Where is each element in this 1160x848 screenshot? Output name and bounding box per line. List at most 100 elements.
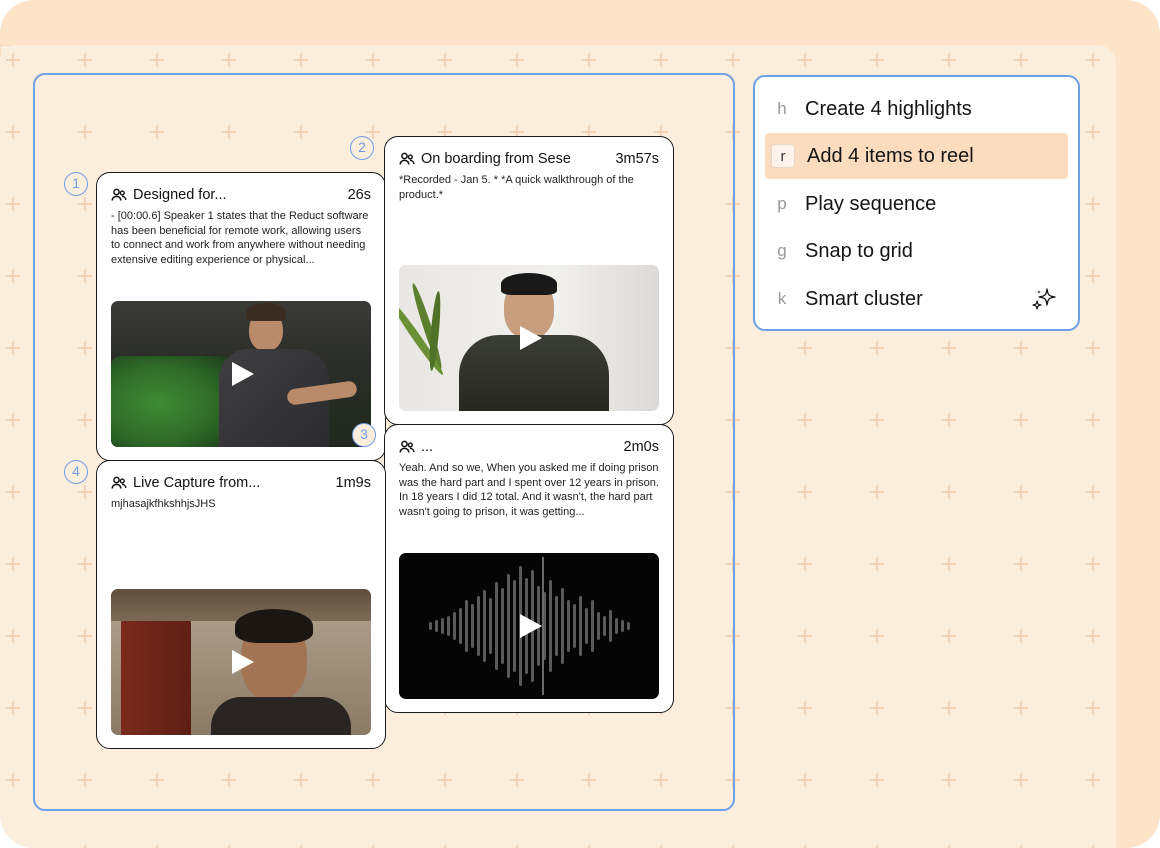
card-title: On boarding from Sese <box>421 151 571 167</box>
clip-card[interactable]: On boarding from Sese 3m57s *Recorded - … <box>384 136 674 425</box>
action-menu: h Create 4 highlights r Add 4 items to r… <box>753 75 1080 331</box>
waveform-bar <box>591 600 594 652</box>
grid-plus-mark <box>726 53 740 67</box>
card-title: Live Capture from... <box>133 475 261 491</box>
selection-order-badge: 4 <box>64 460 88 484</box>
grid-plus-mark <box>6 197 20 211</box>
grid-plus-mark <box>510 53 524 67</box>
red-door <box>121 619 191 735</box>
menu-item-create-highlights[interactable]: h Create 4 highlights <box>765 86 1068 132</box>
grid-plus-mark <box>870 485 884 499</box>
waveform-bar <box>579 596 582 656</box>
card-header: Designed for... 26s <box>111 187 371 203</box>
people-icon <box>111 476 127 489</box>
sparkle-icon <box>1032 288 1056 310</box>
clip-card[interactable]: Live Capture from... 1m9s mjhasajkfhkshh… <box>96 460 386 749</box>
menu-item-add-to-reel[interactable]: r Add 4 items to reel <box>765 133 1068 179</box>
grid-plus-mark <box>798 701 812 715</box>
play-icon[interactable] <box>520 614 542 638</box>
grid-plus-mark <box>870 701 884 715</box>
waveform-bar <box>429 622 432 630</box>
menu-item-label: Add 4 items to reel <box>807 144 974 167</box>
video-thumbnail[interactable] <box>399 265 659 411</box>
grid-plus-mark <box>1086 485 1100 499</box>
video-thumbnail[interactable] <box>111 589 371 735</box>
play-icon[interactable] <box>232 650 254 674</box>
waveform-bar <box>549 580 552 672</box>
grid-plus-mark <box>6 701 20 715</box>
waveform-bar <box>585 608 588 644</box>
grid-plus-mark <box>222 53 236 67</box>
waveform-bar <box>507 574 510 678</box>
grid-plus-mark <box>870 557 884 571</box>
grid-plus-mark <box>6 557 20 571</box>
audio-thumbnail[interactable] <box>399 553 659 699</box>
grid-plus-mark <box>6 341 20 355</box>
grid-plus-mark <box>1014 53 1028 67</box>
card-duration: 1m9s <box>335 475 371 491</box>
play-icon[interactable] <box>520 326 542 350</box>
waveform-bar <box>597 612 600 640</box>
waveform-bar <box>615 618 618 634</box>
grid-plus-mark <box>78 53 92 67</box>
menu-item-label: Create 4 highlights <box>805 97 972 120</box>
grid-plus-mark <box>6 125 20 139</box>
person-shirt <box>211 697 351 735</box>
card-duration: 26s <box>347 187 371 203</box>
menu-item-snap-to-grid[interactable]: g Snap to grid <box>765 228 1068 274</box>
grid-plus-mark <box>942 557 956 571</box>
card-description: Yeah. And so we, When you asked me if do… <box>399 462 659 518</box>
shortcut-key: g <box>777 241 787 260</box>
menu-item-smart-cluster[interactable]: k Smart cluster <box>765 276 1068 322</box>
waveform-bar <box>495 582 498 670</box>
waveform-bar <box>609 610 612 642</box>
shortcut-key: r <box>771 144 795 168</box>
card-header: Live Capture from... 1m9s <box>111 475 371 491</box>
grid-plus-mark <box>582 53 596 67</box>
waveform-bar <box>501 588 504 664</box>
person-hair <box>246 303 286 321</box>
grid-plus-mark <box>1086 629 1100 643</box>
grid-plus-mark <box>1086 413 1100 427</box>
menu-item-play-sequence[interactable]: p Play sequence <box>765 181 1068 227</box>
grid-plus-mark <box>942 629 956 643</box>
waveform-bar <box>561 588 564 664</box>
people-icon <box>399 440 415 453</box>
waveform-center-bar <box>542 557 544 695</box>
menu-item-label: Play sequence <box>805 192 937 215</box>
grid-plus-mark <box>1086 269 1100 283</box>
people-icon <box>111 188 127 201</box>
card-duration: 3m57s <box>615 151 659 167</box>
grid-plus-mark <box>6 773 20 787</box>
clip-card[interactable]: ... 2m0s Yeah. And so we, When you asked… <box>384 424 674 713</box>
grid-plus-mark <box>1014 773 1028 787</box>
grid-plus-mark <box>6 53 20 67</box>
grid-plus-mark <box>1014 485 1028 499</box>
person-hair <box>501 273 557 295</box>
shortcut-key: k <box>777 289 787 308</box>
waveform-bar <box>483 590 486 662</box>
grid-plus-mark <box>798 485 812 499</box>
grid-plus-mark <box>870 629 884 643</box>
video-thumbnail[interactable] <box>111 301 371 447</box>
grid-plus-mark <box>1086 701 1100 715</box>
grid-plus-mark <box>870 341 884 355</box>
card-description: *Recorded - Jan 5. * *A quick walkthroug… <box>399 174 634 201</box>
waveform-bar <box>567 600 570 652</box>
grid-plus-mark <box>798 773 812 787</box>
card-title-group: Designed for... <box>111 187 227 203</box>
clip-card[interactable]: Designed for... 26s - [00:00.6] Speaker … <box>96 172 386 461</box>
play-icon[interactable] <box>232 362 254 386</box>
grid-plus-mark <box>6 269 20 283</box>
person-hair <box>235 609 313 643</box>
card-title-group: On boarding from Sese <box>399 151 571 167</box>
waveform-bar <box>435 620 438 632</box>
waveform-bar <box>471 604 474 648</box>
waveform-bar <box>441 618 444 634</box>
grid-plus-mark <box>870 773 884 787</box>
grid-plus-mark <box>1086 197 1100 211</box>
grid-plus-mark <box>294 53 308 67</box>
waveform-bar <box>573 604 576 648</box>
people-icon <box>399 152 415 165</box>
waveform-bar <box>477 596 480 656</box>
